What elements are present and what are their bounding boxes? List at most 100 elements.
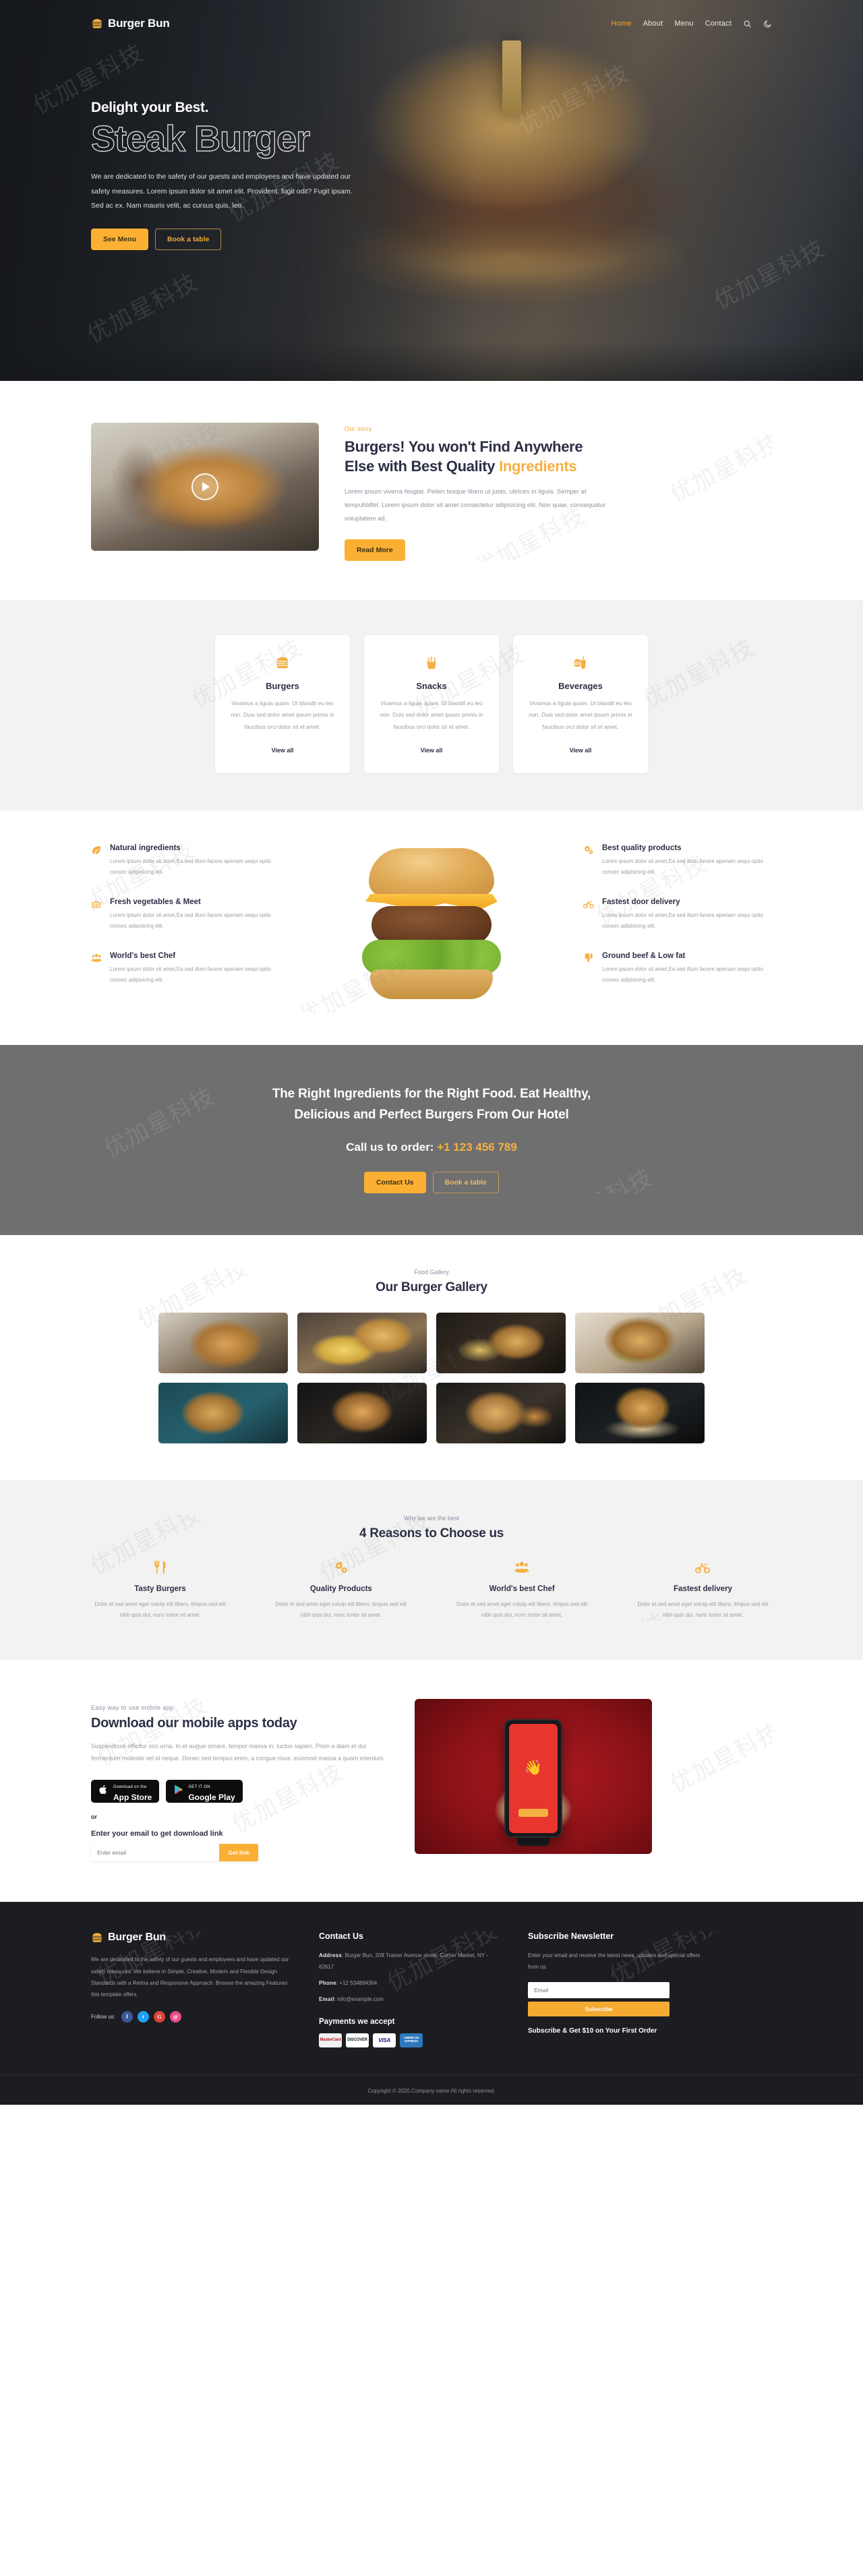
- mobile-apps-section: Easy way to use mobile app Download our …: [0, 1659, 863, 1903]
- gallery-item[interactable]: [158, 1382, 288, 1443]
- hero-section: Burger Bun Home About Menu Contact Delig…: [0, 0, 863, 381]
- google-play-big-label: Google Play: [188, 1793, 235, 1803]
- contact-us-button[interactable]: Contact Us: [364, 1171, 426, 1193]
- apps-paragraph: Suspendisse efficitur orci urna. In et a…: [91, 1742, 386, 1762]
- or-divider-label: or: [91, 1814, 97, 1821]
- feature-title: Fastest door delivery: [602, 898, 680, 907]
- beef-patty: [371, 906, 492, 945]
- footer-newsletter-column: Subscribe Newsletter Enter your email an…: [528, 1931, 709, 2035]
- book-a-table-button[interactable]: Book a table: [432, 1171, 499, 1193]
- feature-title: Fresh vegetables & Meet: [110, 898, 201, 907]
- footer-email-line: Email: info@example.com: [319, 1994, 500, 2006]
- gears-icon: [583, 844, 595, 878]
- chef-group-icon: [91, 952, 102, 986]
- cta-call-line: Call us to order: +1 123 456 789: [91, 1141, 772, 1154]
- feature-title: World's best Chef: [110, 952, 176, 961]
- nav-link-contact[interactable]: Contact: [705, 20, 732, 28]
- cta-phone-number[interactable]: +1 123 456 789: [437, 1141, 517, 1154]
- reason-title: Fastest delivery: [674, 1584, 732, 1593]
- nav-links: Home About Menu Contact: [611, 20, 772, 28]
- wave-emoji-icon: 👋: [524, 1758, 543, 1776]
- phone-value[interactable]: : +12 534894364: [336, 1980, 377, 1986]
- app-store-big-label: App Store: [113, 1793, 152, 1803]
- category-title: Beverages: [558, 680, 603, 691]
- apps-heading: Download our mobile apps today: [91, 1715, 297, 1731]
- play-icon[interactable]: [191, 473, 218, 500]
- cta-heading-line1: The Right Ingredients for the Right Food…: [272, 1087, 591, 1102]
- phone-mockup-image: 👋: [415, 1698, 652, 1854]
- leaf-icon: [91, 844, 102, 878]
- subscribe-button[interactable]: Subscribe: [528, 2001, 669, 2016]
- google-play-button[interactable]: GET IT ON Google Play: [166, 1780, 243, 1803]
- google-play-small-label: GET IT ON: [188, 1785, 210, 1790]
- google-plus-icon[interactable]: G: [154, 2011, 166, 2023]
- phone-label: Phone: [319, 1979, 336, 1986]
- footer-about-text: We are dedicated to the safety of our gu…: [91, 1956, 289, 1998]
- gallery-item[interactable]: [436, 1312, 566, 1373]
- phone-screen: 👋: [509, 1723, 558, 1833]
- reason-tasty-burgers: Tasty Burgers Dolor et sed amet eget vol…: [91, 1559, 229, 1621]
- gallery-item[interactable]: [436, 1382, 566, 1443]
- play-store-icon: [173, 1785, 183, 1798]
- book-a-table-button[interactable]: Book a table: [155, 228, 222, 250]
- feature-text: Lorem ipsum dolor sit amet,Ea sed illum …: [110, 912, 271, 930]
- categories-section: Burgers Vivamus a ligula quam. Ut blandi…: [0, 599, 863, 811]
- burger-icon: [229, 654, 336, 671]
- nav-link-about[interactable]: About: [643, 20, 663, 28]
- story-eyebrow: Our story: [345, 425, 372, 432]
- category-text: Vivamus a ligula quam. Ut blandit eu leo…: [380, 699, 483, 730]
- gallery-heading: Our Burger Gallery: [376, 1280, 487, 1294]
- phone-device: 👋: [504, 1718, 562, 1838]
- cta-call-label: Call us to order:: [346, 1140, 438, 1154]
- drink-icon: [527, 654, 634, 671]
- facebook-icon[interactable]: f: [121, 2011, 133, 2023]
- feature-worlds-best-chef: World's best Chef Lorem ipsum dolor sit …: [91, 952, 280, 986]
- feature-title: Natural ingredients: [110, 844, 181, 853]
- view-all-link[interactable]: View all: [421, 747, 443, 754]
- see-menu-button[interactable]: See Menu: [91, 228, 149, 250]
- gallery-item[interactable]: [297, 1382, 427, 1443]
- fries-icon: [378, 654, 485, 671]
- footer-brand-logo[interactable]: Burger Bun: [91, 1931, 291, 1944]
- gallery-item[interactable]: [575, 1312, 705, 1373]
- reason-worlds-best-chef: World's best Chef Dolor et sed amet eget…: [453, 1559, 591, 1621]
- feature-best-quality-products: Best quality products Lorem ipsum dolor …: [583, 844, 772, 878]
- cutlery-icon: [91, 1559, 229, 1576]
- reasons-eyebrow: Why we are the best: [403, 1514, 460, 1522]
- category-card-burgers[interactable]: Burgers Vivamus a ligula quam. Ut blandi…: [215, 634, 350, 774]
- cta-heading-line2: Delicious and Perfect Burgers From Our H…: [294, 1107, 569, 1122]
- app-store-button[interactable]: Download on the App Store: [91, 1780, 160, 1803]
- cta-band-section: The Right Ingredients for the Right Food…: [0, 1045, 863, 1235]
- download-email-input[interactable]: [91, 1844, 219, 1862]
- get-link-button[interactable]: Get link: [219, 1844, 258, 1862]
- story-video-thumbnail[interactable]: [91, 423, 319, 551]
- brand-logo[interactable]: Burger Bun: [91, 17, 170, 30]
- twitter-icon[interactable]: t: [138, 2011, 150, 2023]
- newsletter-email-input[interactable]: [528, 1981, 669, 1998]
- nav-link-menu[interactable]: Menu: [674, 20, 693, 28]
- gallery-eyebrow: Food Gallery: [414, 1268, 449, 1276]
- reason-quality-products: Quality Products Dolor et sed amet eget …: [272, 1559, 410, 1621]
- category-card-beverages[interactable]: Beverages Vivamus a ligula quam. Ut blan…: [513, 634, 648, 774]
- category-card-snacks[interactable]: Snacks Vivamus a ligula quam. Ut blandit…: [364, 634, 499, 774]
- nav-link-home[interactable]: Home: [611, 20, 631, 28]
- email-value[interactable]: : info@example.com: [334, 1996, 384, 2002]
- features-left-column: Natural ingredients Lorem ipsum dolor si…: [91, 844, 280, 986]
- view-all-link[interactable]: View all: [272, 747, 294, 754]
- gallery-item[interactable]: [297, 1312, 427, 1373]
- address-value: : Burger Bun, 208 Trainer Avenue street,…: [319, 1952, 488, 1971]
- gallery-item[interactable]: [158, 1312, 288, 1373]
- category-title: Burgers: [266, 680, 299, 691]
- dribbble-icon[interactable]: @: [170, 2011, 182, 2023]
- read-more-button[interactable]: Read More: [345, 539, 405, 561]
- feature-ground-beef-low-fat: Ground beef & Low fat Lorem ipsum dolor …: [583, 952, 772, 986]
- search-icon[interactable]: [743, 20, 752, 28]
- view-all-link[interactable]: View all: [570, 747, 592, 754]
- category-text: Vivamus a ligula quam. Ut blandit eu leo…: [529, 699, 632, 730]
- gallery-item[interactable]: [575, 1382, 705, 1443]
- amex-card: AMERICAN EXPRESS: [400, 2033, 423, 2047]
- footer-about-column: Burger Bun We are dedicated to the safet…: [91, 1931, 291, 2023]
- moon-icon[interactable]: [763, 20, 772, 28]
- footer-social-row: Follow us: f t G @: [91, 2011, 291, 2023]
- bun-bottom: [370, 969, 493, 1000]
